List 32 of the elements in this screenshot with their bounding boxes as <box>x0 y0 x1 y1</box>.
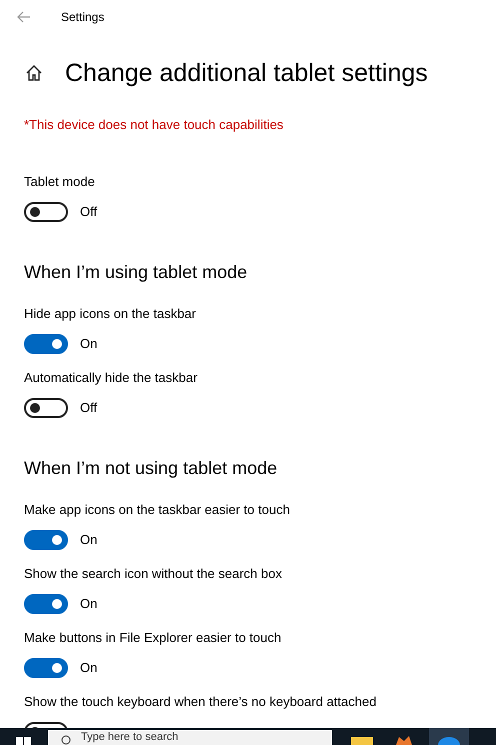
back-arrow-icon[interactable] <box>17 11 31 23</box>
toggle-state-text: On <box>80 658 98 677</box>
setting-label: Show the search icon without the search box <box>24 566 283 582</box>
setting-label: Make buttons in File Explorer easier to touch <box>24 630 282 646</box>
page-title: Change additional tablet settings <box>65 58 428 89</box>
toggle-switch[interactable] <box>24 398 68 418</box>
warning-text: *This device does not have touch capabilities <box>24 116 284 134</box>
toggle-state-text: On <box>80 334 98 353</box>
setting-label: Tablet mode <box>24 174 96 190</box>
search-icon <box>61 735 71 745</box>
toggle-state-text: Off <box>80 398 98 417</box>
toggle-state-text: On <box>80 594 98 613</box>
taskbar-button[interactable] <box>429 728 469 745</box>
home-icon[interactable] <box>25 64 43 82</box>
setting-label: Show the touch keyboard when there’s no keyboard attached <box>24 694 378 710</box>
toggle-switch[interactable] <box>24 202 68 222</box>
toggle-switch[interactable] <box>24 530 68 550</box>
toggle-switch[interactable] <box>24 334 68 354</box>
toggle-switch[interactable] <box>24 594 68 614</box>
windows-logo-icon[interactable] <box>16 737 32 745</box>
setting-label: Hide app icons on the taskbar <box>24 306 197 322</box>
window-title: Settings <box>61 9 104 26</box>
section-heading: When I’m using tablet mode <box>24 260 248 284</box>
toggle-state-text: Off <box>80 202 98 221</box>
app-icon <box>437 735 461 745</box>
setting-label: Make app icons on the taskbar easier to touch <box>24 502 291 518</box>
section-heading: When I’m not using tablet mode <box>24 456 278 480</box>
app-icon[interactable] <box>393 735 415 745</box>
taskbar-search-field[interactable]: Type here to search <box>48 730 332 745</box>
setting-label: Automatically hide the taskbar <box>24 370 198 386</box>
toggle-state-text: On <box>80 530 98 549</box>
toggle-switch[interactable] <box>24 658 68 678</box>
